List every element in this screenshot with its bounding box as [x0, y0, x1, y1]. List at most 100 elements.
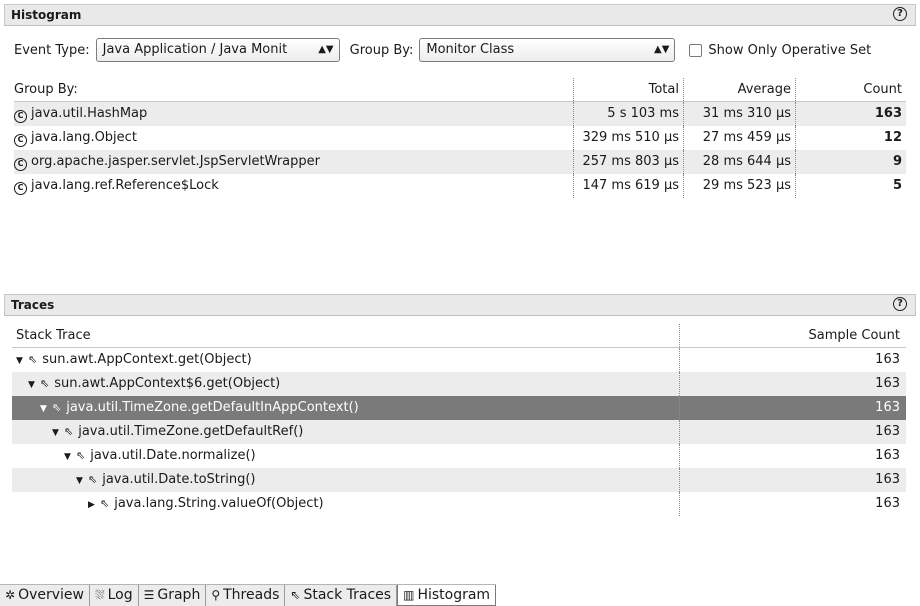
tab-label: Threads	[223, 587, 280, 603]
stack-frame-icon: ⇖	[100, 497, 110, 510]
expand-toggle-icon[interactable]: ▼	[76, 469, 86, 492]
tab-label: Log	[107, 587, 133, 603]
tab-histogram[interactable]: ▥ Histogram	[397, 585, 497, 606]
column-header-count[interactable]: Count	[796, 78, 906, 101]
operative-set-label: Show Only Operative Set	[708, 42, 872, 58]
histogram-row[interactable]: Cjava.util.HashMap 5 s 103 ms 31 ms 310 µs…	[14, 102, 906, 126]
count-cell: 163	[874, 106, 902, 121]
expand-toggle-icon[interactable]: ▼	[28, 373, 38, 396]
sample-count-cell: 163	[875, 448, 900, 463]
tab-label: Histogram	[417, 587, 491, 603]
threads-icon: ⚲	[211, 588, 221, 602]
sample-count-cell: 163	[875, 376, 900, 391]
expand-toggle-icon[interactable]: ▼	[52, 421, 62, 444]
sample-count-cell: 163	[875, 496, 900, 511]
stack-frame-name: java.util.TimeZone.getDefaultInAppContex…	[66, 400, 359, 415]
stack-frame-name: sun.awt.AppContext$6.get(Object)	[54, 376, 281, 391]
graph-icon: ☰	[143, 588, 155, 602]
group-by-value: Monitor Class	[426, 42, 515, 57]
traces-table: Stack Trace Sample Count ▼ ⇖ sun.awt.AppCo…	[12, 324, 906, 516]
histogram-rows: Cjava.util.HashMap 5 s 103 ms 31 ms 310 µs…	[14, 102, 906, 198]
stack-frame-cell: ▼ ⇖ java.util.Date.normalize()	[12, 444, 680, 468]
group-by-label: Group By:	[349, 42, 414, 58]
stack-frame-cell: ▼ ⇖ java.util.TimeZone.getDefaultInAppCont…	[12, 396, 680, 420]
histogram-table-header: Group By: Total Average Count	[14, 78, 906, 102]
select-arrows-icon: ▲▼	[318, 44, 334, 55]
histogram-controls: Event Type: Java Application / Java Moni…	[14, 38, 871, 62]
histogram-panel-header: Histogram ?	[4, 4, 916, 26]
trace-row[interactable]: ▼ ⇖ sun.awt.AppContext.get(Object) 163	[12, 348, 906, 372]
column-header-group-by[interactable]: Group By:	[14, 78, 574, 101]
class-icon: C	[14, 158, 27, 171]
histogram-row[interactable]: Corg.apache.jasper.servlet.JspServletWra…	[14, 150, 906, 174]
expand-toggle-icon[interactable]: ▼	[16, 349, 26, 372]
stack-frame-name: sun.awt.AppContext.get(Object)	[42, 352, 252, 367]
sample-count-cell: 163	[875, 352, 900, 367]
column-header-stack-trace[interactable]: Stack Trace	[12, 324, 680, 347]
group-name-cell: Cjava.util.HashMap	[14, 102, 574, 126]
select-arrows-icon: ▲▼	[654, 44, 670, 55]
group-name: java.lang.Object	[31, 130, 137, 145]
histogram-table: Group By: Total Average Count Cjava.util…	[14, 78, 906, 198]
trace-row[interactable]: ▶ ⇖ java.lang.String.valueOf(Object) 163	[12, 492, 906, 516]
stack-frame-icon: ⇖	[88, 473, 98, 486]
stack-frame-icon: ⇖	[40, 377, 50, 390]
traces-panel-title: Traces	[11, 298, 55, 312]
traces-panel-header: Traces ?	[4, 294, 916, 316]
expand-toggle-icon[interactable]: ▼	[64, 445, 74, 468]
trace-row[interactable]: ▼ ⇖ java.util.Date.toString() 163	[12, 468, 906, 492]
stack-frame-name: java.util.Date.toString()	[102, 472, 256, 487]
stack-frame-cell: ▼ ⇖ java.util.Date.toString()	[12, 468, 680, 492]
stack-frame-icon: ⇖	[64, 425, 74, 438]
event-type-label: Event Type:	[14, 42, 90, 58]
column-header-average[interactable]: Average	[684, 78, 796, 101]
histogram-panel-title: Histogram	[11, 8, 82, 22]
tab-threads[interactable]: ⚲ Threads	[206, 585, 286, 606]
tab-log[interactable]: ⛆ Log	[89, 585, 139, 606]
trace-row[interactable]: ▼ ⇖ java.util.TimeZone.getDefaultInAppCont…	[12, 396, 906, 420]
stack-frame-cell: ▼ ⇖ sun.awt.AppContext$6.get(Object)	[12, 372, 680, 396]
histogram-help-icon[interactable]: ?	[893, 7, 907, 21]
stack-frame-name: java.lang.String.valueOf(Object)	[114, 496, 324, 511]
stack-traces-icon: ⇖	[290, 588, 301, 602]
count-cell: 5	[892, 178, 902, 193]
sample-count-cell: 163	[875, 424, 900, 439]
histogram-row[interactable]: Cjava.lang.ref.Reference$Lock 147 ms 619 …	[14, 174, 906, 198]
sample-count-cell: 163	[875, 400, 900, 415]
column-header-sample-count[interactable]: Sample Count	[680, 324, 906, 347]
average-cell: 27 ms 459 µs	[684, 126, 796, 150]
tab-label: Overview	[18, 587, 84, 603]
class-icon: C	[14, 134, 27, 147]
trace-row[interactable]: ▼ ⇖ sun.awt.AppContext$6.get(Object) 163	[12, 372, 906, 396]
count-cell: 12	[883, 130, 902, 145]
tab-stack-traces[interactable]: ⇖ Stack Traces	[285, 585, 398, 606]
expand-toggle-icon[interactable]: ▼	[40, 397, 50, 420]
group-by-select[interactable]: Monitor Class ▲▼	[419, 38, 676, 62]
traces-table-header: Stack Trace Sample Count	[12, 324, 906, 348]
tab-overview[interactable]: ✲ Overview	[0, 585, 90, 606]
trace-row[interactable]: ▼ ⇖ java.util.Date.normalize() 163	[12, 444, 906, 468]
average-cell: 31 ms 310 µs	[684, 102, 796, 126]
average-cell: 29 ms 523 µs	[684, 174, 796, 198]
event-type-select[interactable]: Java Application / Java Monit ▲▼	[95, 38, 340, 62]
class-icon: C	[14, 110, 27, 123]
trace-row[interactable]: ▼ ⇖ java.util.TimeZone.getDefaultRef() 163	[12, 420, 906, 444]
column-header-total[interactable]: Total	[574, 78, 684, 101]
group-name-cell: Corg.apache.jasper.servlet.JspServletWra…	[14, 150, 574, 174]
traces-help-icon[interactable]: ?	[893, 297, 907, 311]
expand-toggle-icon[interactable]: ▶	[88, 493, 98, 516]
group-name-cell: Cjava.lang.Object	[14, 126, 574, 150]
traces-rows: ▼ ⇖ sun.awt.AppContext.get(Object) 163 ▼ ⇖ sun…	[12, 348, 906, 516]
log-icon: ⛆	[94, 588, 105, 602]
tab-graph[interactable]: ☰ Graph	[138, 585, 207, 606]
group-name: java.util.HashMap	[31, 106, 148, 121]
histogram-row[interactable]: Cjava.lang.Object 329 ms 510 µs 27 ms 459 …	[14, 126, 906, 150]
count-cell: 9	[892, 154, 902, 169]
operative-set-checkbox[interactable]	[689, 43, 703, 57]
histogram-icon: ▥	[403, 588, 415, 602]
event-type-value: Java Application / Java Monit	[102, 42, 288, 57]
stack-frame-icon: ⇖	[76, 449, 86, 462]
total-cell: 329 ms 510 µs	[574, 126, 684, 150]
stack-frame-cell: ▼ ⇖ sun.awt.AppContext.get(Object)	[12, 348, 680, 372]
stack-frame-name: java.util.TimeZone.getDefaultRef()	[78, 424, 304, 439]
